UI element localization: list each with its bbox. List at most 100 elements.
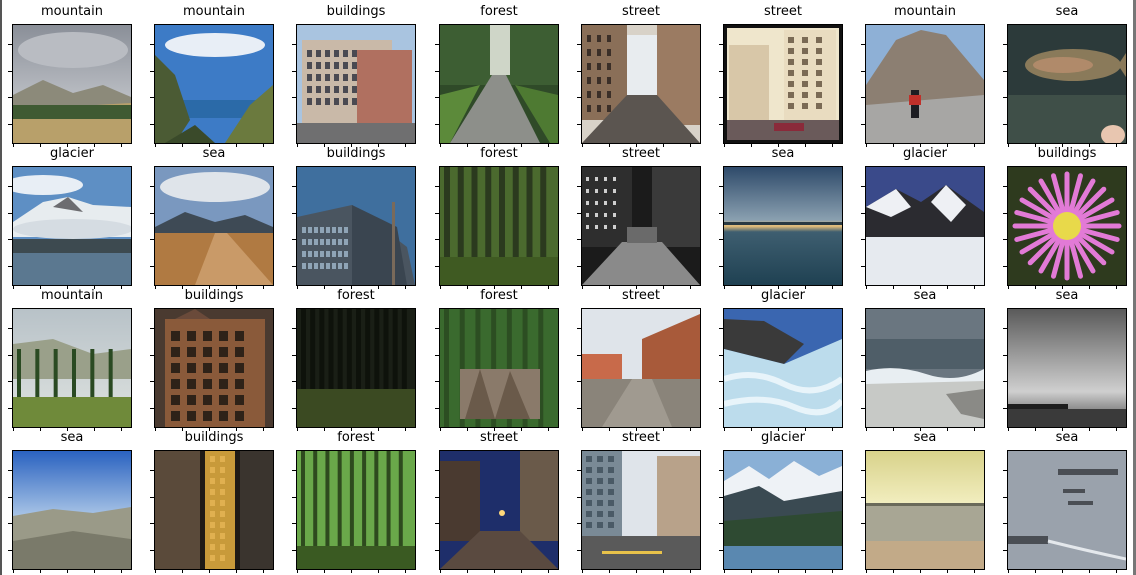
y-axis-tick [8,408,12,409]
y-axis-tick [577,355,581,356]
panel-image [439,308,559,428]
y-axis-tick [150,44,154,45]
y-axis-tick [1003,44,1007,45]
y-axis-tick [435,497,439,498]
y-axis-tick [8,328,12,329]
y-axis-tick [292,186,296,187]
panel-image [12,450,132,570]
y-axis-tick [150,328,154,329]
x-axis-tick [94,569,95,573]
panel-class-label: buildings [184,288,244,303]
image-panel: street [719,2,843,147]
y-axis-tick [435,470,439,471]
panel-class-label: glacier [761,288,805,303]
scene-illustration [866,451,984,569]
image-panel: buildings [292,144,416,289]
y-axis-tick [861,328,865,329]
panel-image [296,166,416,286]
image-panel: forest [292,428,416,573]
x-axis-tick [40,569,41,573]
y-axis-tick [719,328,723,329]
image-panel: glacier [861,144,985,289]
x-axis-tick [121,569,122,573]
panel-image [154,308,274,428]
y-axis-tick [1003,470,1007,471]
panel-image [1007,166,1127,286]
panel-class-label: buildings [326,146,386,161]
scene-illustration [440,309,558,427]
panel-image [723,450,843,570]
panel-class-label: mountain [40,288,103,303]
panel-image [12,308,132,428]
y-axis-tick [719,523,723,524]
y-axis-tick [150,186,154,187]
y-axis-tick [719,497,723,498]
y-axis-tick [719,408,723,409]
y-axis-tick [435,408,439,409]
scene-illustration [155,451,273,569]
y-axis-tick [150,523,154,524]
panel-image [581,166,701,286]
panel-image [1007,308,1127,428]
y-axis-tick [292,328,296,329]
panel-image [865,308,985,428]
y-axis-tick [577,523,581,524]
y-axis-tick [150,239,154,240]
y-axis-tick [292,550,296,551]
y-axis-tick [292,470,296,471]
y-axis-tick [577,213,581,214]
y-axis-tick [719,381,723,382]
image-panel: buildings [1003,144,1127,289]
y-axis-tick [292,239,296,240]
y-axis-tick [8,381,12,382]
image-panel: buildings [150,428,274,573]
y-axis-tick [1003,497,1007,498]
y-axis-tick [150,355,154,356]
image-panel: sea [1003,2,1127,147]
y-axis-tick [577,71,581,72]
image-panel: sea [1003,286,1127,431]
panel-class-label: sea [771,146,795,161]
y-axis-tick [1003,381,1007,382]
scene-illustration [13,309,131,427]
panel-class-label: forest [480,288,518,303]
x-axis-tick [182,569,183,573]
x-axis-tick [1008,569,1009,573]
scene-illustration [866,167,984,285]
scene-illustration [724,167,842,285]
x-axis-tick [663,569,664,573]
y-axis-tick [861,124,865,125]
x-axis-tick [297,569,298,573]
y-axis-tick [8,497,12,498]
y-axis-tick [435,523,439,524]
x-axis-tick [236,569,237,573]
panel-class-label: forest [337,288,375,303]
y-axis-tick [719,266,723,267]
scene-illustration [13,451,131,569]
y-axis-tick [1003,213,1007,214]
y-axis-tick [8,239,12,240]
x-axis-tick [751,569,752,573]
y-axis-tick [8,470,12,471]
panel-image [12,166,132,286]
x-axis-tick [155,569,156,573]
x-axis-tick [920,569,921,573]
y-axis-tick [435,266,439,267]
x-axis-tick [1116,569,1117,573]
y-axis-tick [8,186,12,187]
scene-illustration [155,309,273,427]
y-axis-tick [861,550,865,551]
scene-illustration [582,167,700,285]
x-axis-tick [609,569,610,573]
y-axis-tick [292,523,296,524]
image-panel: sea [719,144,843,289]
y-axis-tick [8,355,12,356]
panel-image [296,308,416,428]
image-panel: buildings [150,286,274,431]
panel-class-label: mountain [40,4,103,19]
panel-image [723,308,843,428]
x-axis-tick [805,569,806,573]
panel-image [581,308,701,428]
scene-illustration [297,25,415,143]
panel-image [439,166,559,286]
